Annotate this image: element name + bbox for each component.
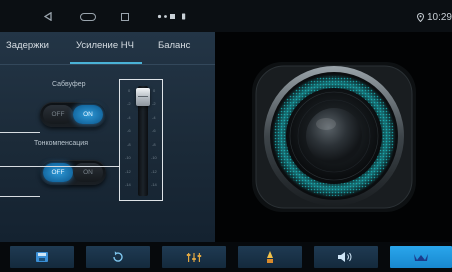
callout-line: [0, 166, 120, 167]
recent-apps-icon[interactable]: [121, 13, 129, 21]
loudness-toggle[interactable]: OFF ON: [40, 160, 106, 185]
slider-tick-left: -8: [127, 142, 131, 147]
slider-tick-left: -14: [125, 182, 131, 187]
speaker-illustration: [252, 62, 416, 212]
equalizer-button[interactable]: [162, 246, 226, 268]
bass-settings-panel: Задержки Усиление НЧ Баланс Сабвуфер Тон…: [0, 32, 215, 242]
slider-tick-left: -2: [127, 101, 131, 106]
slider-tick-right: -10: [151, 155, 157, 160]
tab-divider: [0, 64, 215, 65]
status-bar: 10:29: [0, 0, 452, 32]
settings-icon: [414, 254, 428, 261]
settings-button[interactable]: [390, 246, 452, 268]
slider-thumb-grip: [138, 96, 148, 97]
subwoofer-toggle[interactable]: OFF ON: [40, 102, 106, 127]
slider-tick-right: -2: [152, 101, 156, 106]
tab-balance[interactable]: Баланс: [158, 40, 190, 51]
slider-tick-left: -12: [125, 169, 131, 174]
callout-line: [0, 196, 40, 197]
reset-icon: [113, 251, 123, 262]
subwoofer-label: Сабвуфер: [52, 81, 86, 88]
equalizer-icon: [186, 253, 202, 262]
location-icon: [416, 12, 424, 22]
reset-button[interactable]: [86, 246, 150, 268]
tab-bass-boost[interactable]: Усиление НЧ: [76, 40, 134, 51]
slider-tick-right: -12: [151, 169, 157, 174]
slider-tick-left: -10: [125, 155, 131, 160]
slider-tick-left: 0: [128, 88, 131, 93]
volume-button[interactable]: [314, 246, 378, 268]
status-time: 10:29: [426, 11, 452, 23]
bottom-toolbar: [0, 242, 452, 272]
tab-delays[interactable]: Задержки: [6, 40, 49, 51]
callout-line: [0, 132, 40, 133]
slider-tick-right: 0: [153, 88, 156, 93]
save-button[interactable]: [10, 246, 74, 268]
slider-tick-right: -8: [152, 142, 156, 147]
slider-tick-left: -6: [127, 128, 131, 133]
slider-tick-right: -4: [152, 115, 156, 120]
loudness-label: Тонкомпенсация: [34, 140, 88, 147]
save-icon: [36, 252, 48, 262]
subwoofer-off-option[interactable]: OFF: [43, 105, 73, 124]
slider-tick-right: -6: [152, 128, 156, 133]
status-time-group: 10:29: [416, 10, 452, 24]
back-icon[interactable]: [44, 12, 52, 21]
fader-icon: [267, 251, 273, 263]
notification-icons: [157, 13, 186, 20]
fader-button[interactable]: [238, 246, 302, 268]
slider-tick-left: -4: [127, 115, 131, 120]
subwoofer-on-option[interactable]: ON: [73, 105, 103, 124]
volume-icon: [338, 252, 352, 262]
slider-tick-right: -14: [151, 182, 157, 187]
bass-level-slider-thumb[interactable]: [136, 88, 150, 106]
home-icon[interactable]: [80, 13, 96, 21]
